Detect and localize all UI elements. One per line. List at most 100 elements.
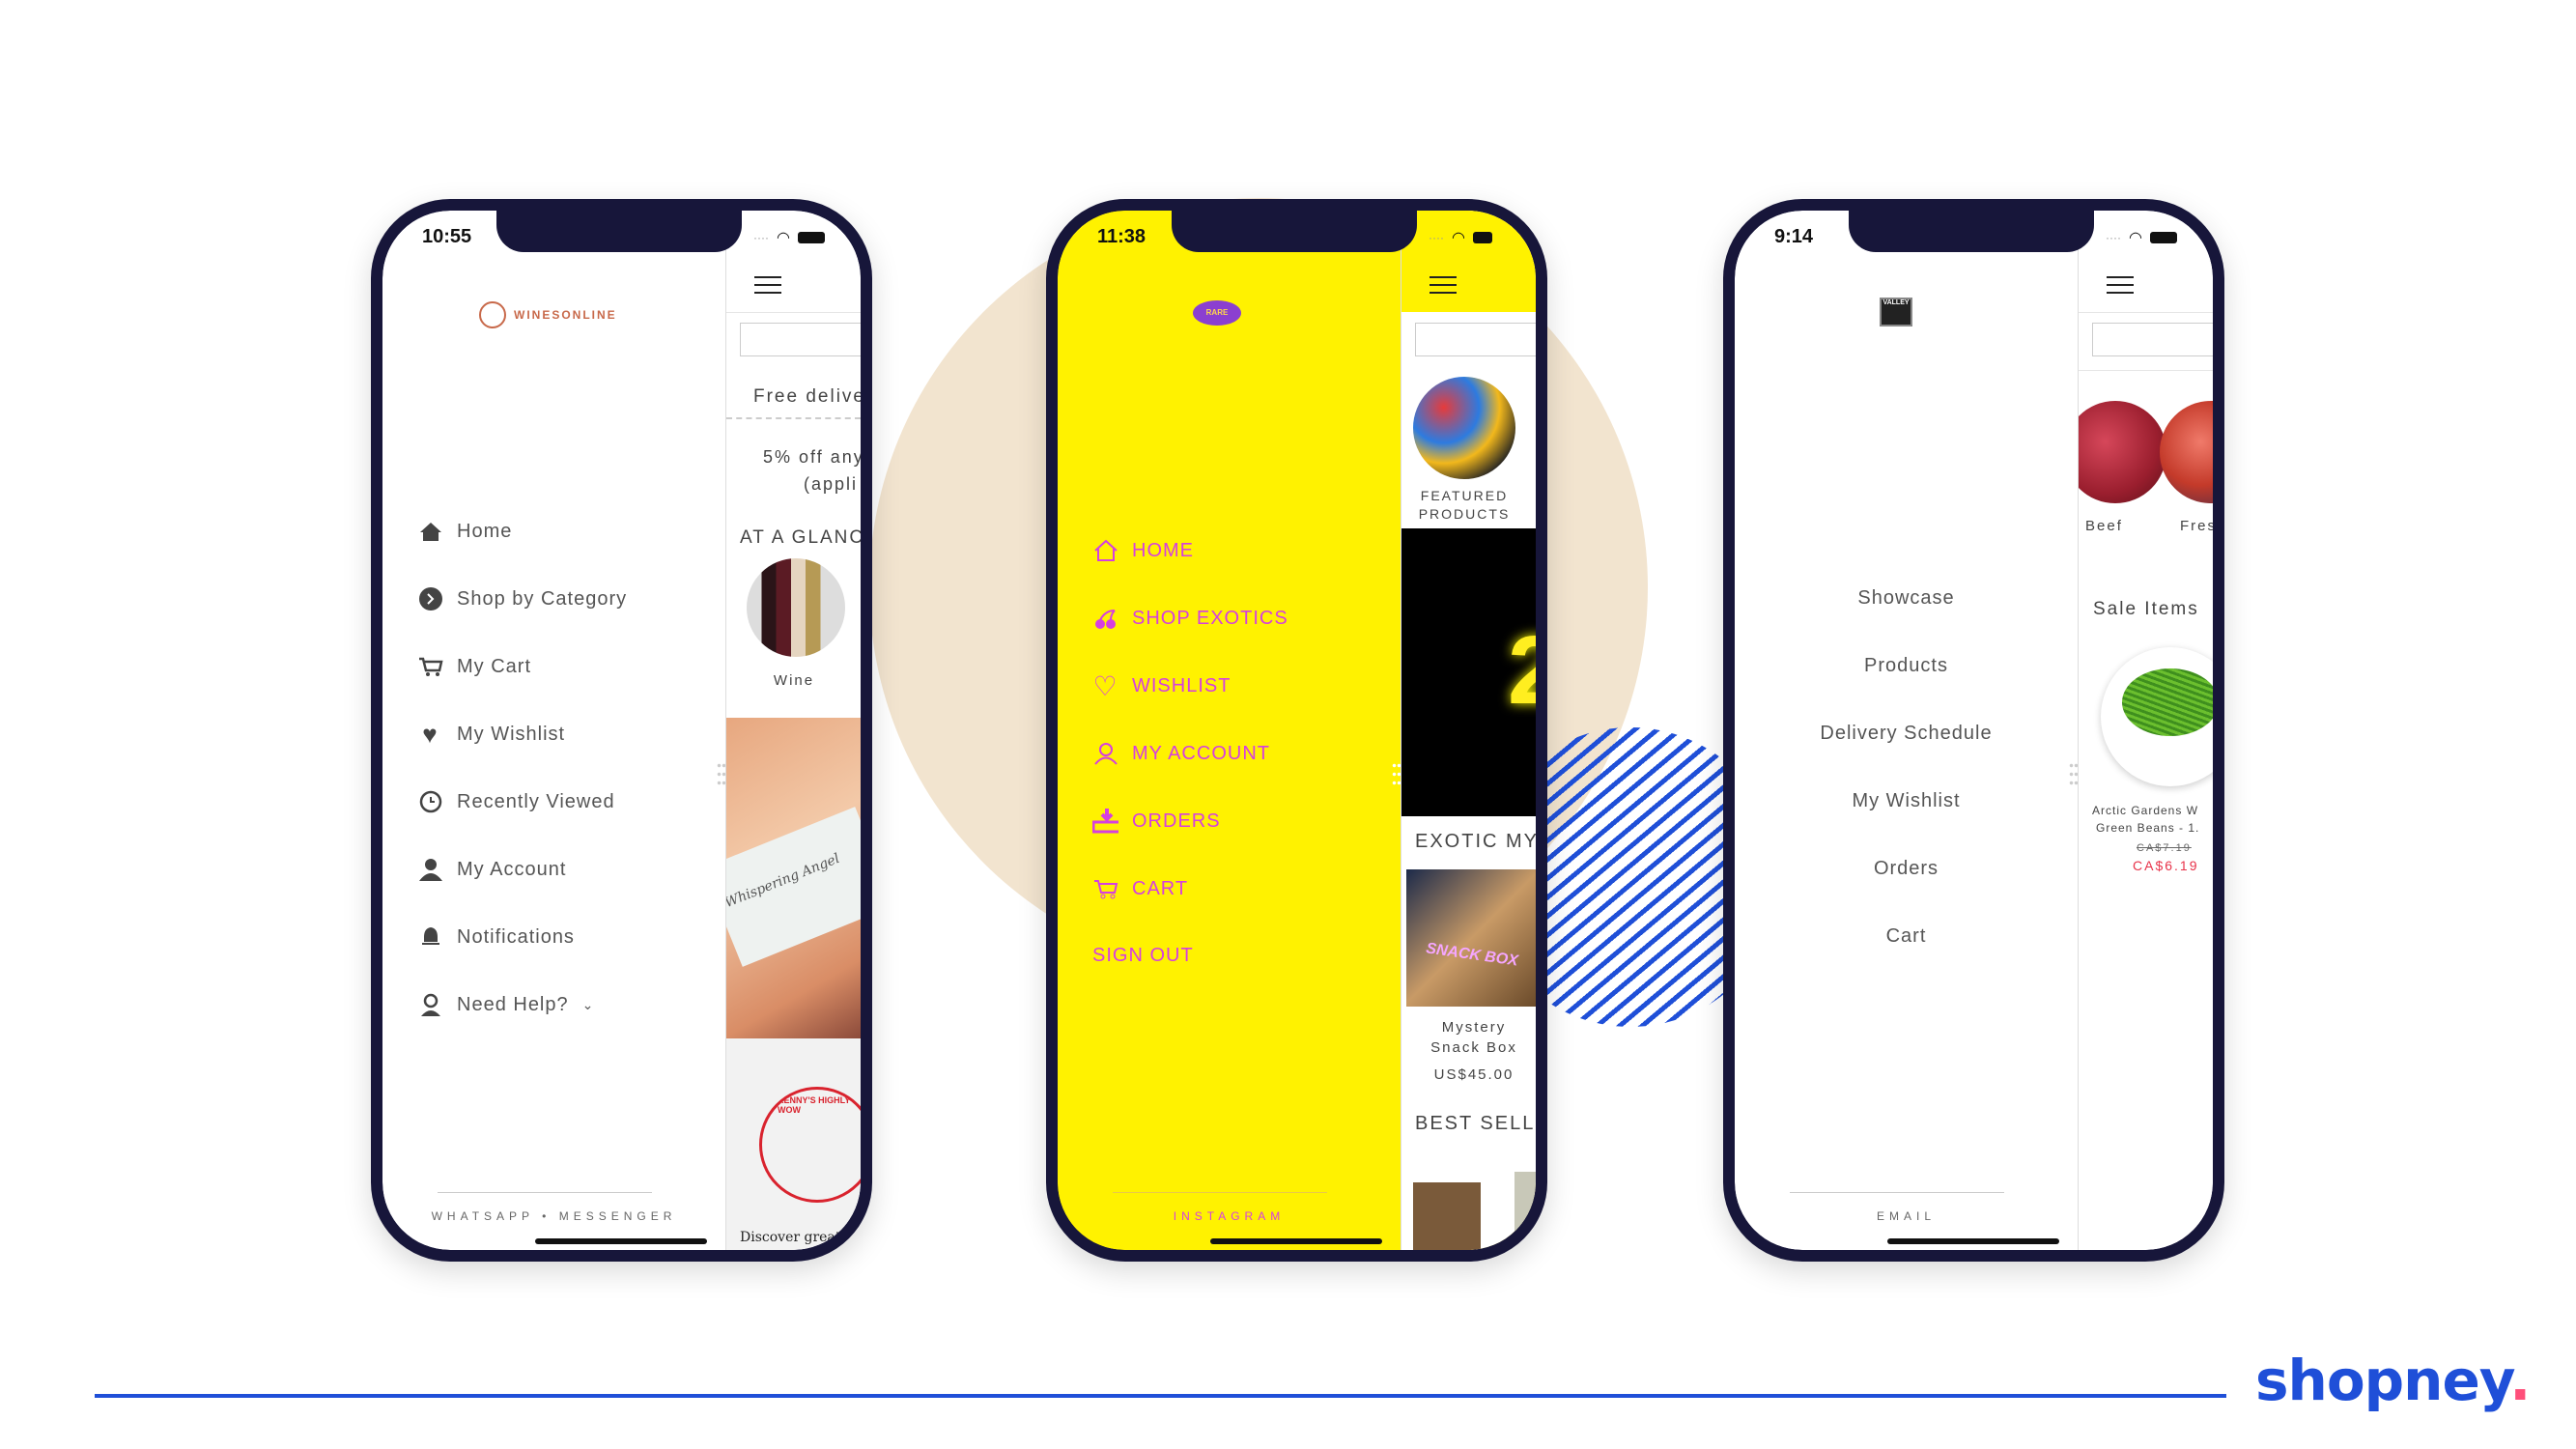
search-input[interactable] [1415, 323, 1536, 356]
content-preview[interactable]: FEATUREDPRODUCTS 2 EXOTIC MYS SNACK BOX … [1401, 211, 1536, 1250]
product-image-2[interactable] [1413, 1182, 1481, 1250]
logo: WINESONLINE [479, 301, 617, 328]
status-icons: ···· ◠ [753, 228, 825, 247]
home-icon [417, 520, 443, 543]
logo-icon [479, 301, 506, 328]
hamburger-menu-icon[interactable] [754, 276, 781, 294]
menu-item-cart[interactable]: Cart [1735, 925, 2078, 948]
battery-icon [797, 232, 825, 243]
cart-icon [417, 655, 443, 678]
wifi-icon: ◠ [2128, 230, 2142, 246]
product-image[interactable]: SNACK BOX [1406, 869, 1536, 1007]
bell-icon [417, 925, 443, 949]
signal-icon: ···· [753, 231, 769, 244]
side-drawer: WINESONLINE Home Shop by Category My Car… [382, 211, 725, 1250]
product-name[interactable]: Mystery Snack Box [1401, 1017, 1536, 1058]
menu-item-need-help[interactable]: Need Help? ⌄ [417, 993, 594, 1016]
home-icon [1092, 539, 1118, 562]
footer-social-links[interactable]: WHATSAPP • MESSENGER [382, 1209, 725, 1223]
menu-item-shop-exotics[interactable]: SHOP EXOTICS [1092, 607, 1288, 630]
menu-item-orders[interactable]: Orders [1735, 858, 2078, 880]
cart-icon [1092, 877, 1118, 900]
category-image-beef[interactable] [2079, 401, 2166, 503]
section-title: AT A GLANC [740, 527, 861, 548]
support-icon [417, 993, 443, 1016]
product-image[interactable] [2101, 647, 2213, 786]
award-section: KENNY'S HIGHLY RE · WOW Discover great [726, 1038, 861, 1250]
side-drawer: RARE Munchies HOME SHOP EXOTICS ♡WISHLIS… [1058, 211, 1401, 1250]
content-preview[interactable]: Beef Fres Sale Items Arctic Gardens WGre… [2078, 211, 2213, 1250]
logo: RARE Munchies [1193, 300, 1241, 326]
category-image-wine[interactable] [747, 558, 845, 657]
hamburger-menu-icon[interactable] [2107, 276, 2134, 294]
menu-item-my-cart[interactable]: My Cart [417, 655, 531, 678]
menu-item-home[interactable]: Home [417, 520, 512, 543]
chevron-circle-icon [417, 587, 443, 611]
award-stamp: KENNY'S HIGHLY RE · WOW [759, 1087, 861, 1203]
menu-item-shop-by-category[interactable]: Shop by Category [417, 587, 627, 611]
phone-valley: 9:14 ···· ◠ VALLEY Showcase Products Deli… [1723, 199, 2224, 1262]
wifi-icon: ◠ [776, 230, 790, 246]
user-icon [417, 858, 443, 881]
cherry-icon [1092, 607, 1118, 630]
category-label-2: Fres [2180, 518, 2213, 534]
side-drawer: VALLEY Showcase Products Delivery Schedu… [1735, 211, 2078, 1250]
menu-item-wishlist[interactable]: ♡ WISHLIST [1092, 671, 1231, 701]
search-input[interactable] [740, 323, 861, 356]
home-indicator [535, 1238, 707, 1244]
wifi-icon: ◠ [1451, 230, 1465, 246]
notch [496, 211, 742, 252]
user-icon [1092, 742, 1118, 765]
promo-text-2: (appli [804, 474, 859, 494]
menu-item-cart[interactable]: CART [1092, 877, 1188, 900]
menu-item-delivery-schedule[interactable]: Delivery Schedule [1735, 723, 2078, 745]
menu-item-notifications[interactable]: Notifications [417, 925, 575, 949]
category-image-fresh[interactable] [2160, 401, 2213, 503]
promo-text: 5% off any [763, 447, 861, 467]
category-image-featured[interactable] [1413, 377, 1515, 479]
menu-item-recently-viewed[interactable]: Recently Viewed [417, 790, 615, 813]
banner-image[interactable]: 2 [1401, 528, 1536, 816]
footer-social-links[interactable]: INSTAGRAM [1058, 1209, 1401, 1223]
menu-item-orders[interactable]: ORDERS [1092, 809, 1221, 834]
product-price: US$45.00 [1433, 1066, 1514, 1083]
sale-price: CA$6.19 [2133, 858, 2199, 873]
content-preview[interactable]: Free delive 5% off any (appli AT A GLANC… [725, 211, 861, 1250]
chevron-down-icon: ⌄ [581, 996, 595, 1012]
menu-item-my-wishlist[interactable]: ♥ My Wishlist [417, 719, 565, 749]
logo: VALLEY [1880, 298, 1912, 327]
shopney-logo: shopney. [2255, 1348, 2531, 1413]
phone-rare-munchies: 11:38 ····◠ RARE Munchies HOME SHOP EXOT… [1046, 199, 1547, 1262]
clock-icon [417, 790, 443, 813]
section-title: EXOTIC MYS [1415, 831, 1536, 852]
hamburger-menu-icon[interactable] [1430, 276, 1457, 294]
footer-divider [438, 1192, 652, 1193]
menu-item-my-wishlist[interactable]: My Wishlist [1735, 790, 2078, 812]
status-icons: ···· ◠ [2106, 228, 2177, 247]
search-input[interactable] [2092, 323, 2213, 356]
status-time: 10:55 [422, 226, 472, 247]
menu-item-my-account[interactable]: MY ACCOUNT [1092, 742, 1270, 765]
battery-icon [1472, 232, 1492, 243]
menu-item-showcase[interactable]: Showcase [1735, 587, 2078, 610]
category-label: Wine [773, 672, 815, 689]
status-time: 9:14 [1774, 226, 1814, 247]
footer-divider-line [95, 1394, 2226, 1398]
inbox-download-icon [1092, 809, 1118, 834]
section-title-2: BEST SELLIN [1415, 1113, 1536, 1134]
heart-icon: ♥ [422, 719, 439, 749]
original-price: CA$7.19 [2137, 842, 2192, 854]
announcement-text: Free delive [753, 386, 861, 407]
menu-item-my-account[interactable]: My Account [417, 858, 566, 881]
menu-item-products[interactable]: Products [1735, 655, 2078, 677]
status-time: 11:38 [1097, 226, 1146, 247]
battery-icon [2149, 232, 2177, 243]
section-title: Sale Items [2093, 599, 2199, 619]
sign-out-button[interactable]: SIGN OUT [1092, 945, 1194, 967]
menu-item-home[interactable]: HOME [1092, 539, 1194, 562]
status-icons: ···· ◠ [1429, 228, 1492, 247]
product-name[interactable]: Arctic Gardens W Green Beans - 1. [2092, 802, 2199, 837]
banner-image[interactable]: Whispering Angel [726, 718, 861, 1038]
footer-email-link[interactable]: EMAIL [1735, 1209, 2078, 1223]
category-label: Beef [2085, 518, 2123, 534]
